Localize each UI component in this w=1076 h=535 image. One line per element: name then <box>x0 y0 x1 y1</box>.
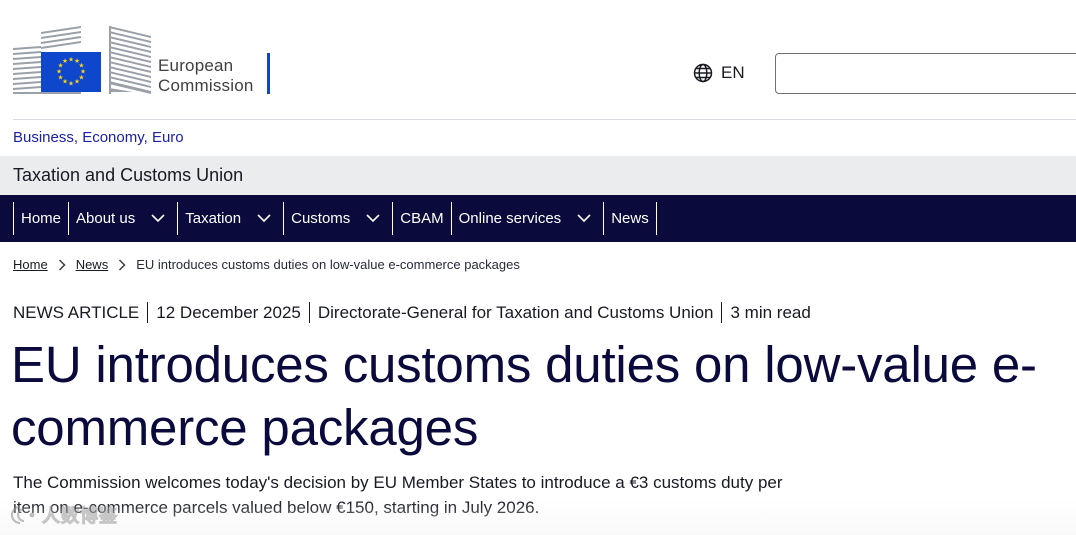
svg-text:★: ★ <box>68 79 74 87</box>
site-header: ★ ★ ★ ★ ★ ★ ★ ★ ★ ★ ★ ★ European Commiss… <box>0 0 1076 120</box>
chevron-down-icon[interactable] <box>257 214 283 223</box>
nav-item-customs[interactable]: Customs <box>283 202 392 235</box>
page-title: EU introduces customs duties on low-valu… <box>11 336 1037 456</box>
article-read-time: 3 min read <box>730 302 811 322</box>
ec-logo-icon: ★ ★ ★ ★ ★ ★ ★ ★ ★ ★ ★ ★ <box>13 26 151 94</box>
article-type: NEWS ARTICLE <box>13 302 140 322</box>
globe-icon <box>693 63 713 83</box>
chevron-down-icon[interactable] <box>151 214 177 223</box>
svg-text:★: ★ <box>62 57 68 65</box>
nav-item-home[interactable]: Home <box>13 202 68 235</box>
svg-text:★: ★ <box>74 78 80 86</box>
meta-divider <box>308 302 310 323</box>
chevron-right-icon <box>118 259 126 271</box>
main-navigation: Home About us Taxation Customs CBAM Onli… <box>0 195 1076 242</box>
watermark-logo-icon <box>10 505 35 525</box>
breadcrumb-current: EU introduces customs duties on low-valu… <box>136 257 520 272</box>
chevron-down-icon[interactable] <box>577 214 603 223</box>
search-input[interactable] <box>775 53 1076 94</box>
nav-menu: Home About us Taxation Customs CBAM Onli… <box>13 202 657 235</box>
nav-item-label: Online services <box>458 210 562 227</box>
header-divider <box>13 119 1076 120</box>
logo-line-1: European <box>158 56 234 75</box>
nav-item-cbam[interactable]: CBAM <box>392 202 450 235</box>
language-selector[interactable]: EN <box>693 62 745 84</box>
nav-item-label: About us <box>76 210 136 227</box>
watermark: 人数博鉴 <box>8 503 118 527</box>
breadcrumb-home-link[interactable]: Home <box>13 257 48 273</box>
meta-divider <box>721 302 723 323</box>
site-context-link[interactable]: Business, Economy, Euro <box>13 129 184 147</box>
nav-item-taxation[interactable]: Taxation <box>177 202 283 235</box>
european-commission-logo[interactable]: ★ ★ ★ ★ ★ ★ ★ ★ ★ ★ ★ ★ European Commiss… <box>13 26 275 96</box>
meta-divider <box>147 302 149 323</box>
article-date: 12 December 2025 <box>156 302 301 322</box>
nav-item-about-us[interactable]: About us <box>68 202 177 235</box>
site-name-bar: Taxation and Customs Union <box>0 156 1076 195</box>
watermark-text: 人数博鉴 <box>42 506 118 527</box>
chevron-down-icon[interactable] <box>366 214 392 223</box>
chevron-right-icon <box>58 259 66 271</box>
nav-item-label: News <box>611 210 649 227</box>
logo-text: European Commission <box>158 56 254 96</box>
nav-item-label: CBAM <box>400 210 444 227</box>
nav-item-label: Taxation <box>185 210 242 227</box>
breadcrumb: Home News EU introduces customs duties o… <box>13 257 520 273</box>
nav-item-online-services[interactable]: Online services <box>450 202 604 235</box>
logo-line-2: Commission <box>158 76 254 95</box>
nav-item-label: Customs <box>291 210 351 227</box>
logo-divider <box>267 53 270 94</box>
breadcrumb-news-link[interactable]: News <box>76 257 109 273</box>
language-code: EN <box>721 63 745 82</box>
nav-item-label: Home <box>21 210 62 227</box>
article-author: Directorate-General for Taxation and Cus… <box>317 302 714 322</box>
article-lead: The Commission welcomes today's decision… <box>13 473 783 517</box>
nav-item-news[interactable]: News <box>603 202 657 235</box>
article-meta: NEWS ARTICLE 12 December 2025 Directorat… <box>13 302 811 323</box>
site-name: Taxation and Customs Union <box>13 165 244 185</box>
